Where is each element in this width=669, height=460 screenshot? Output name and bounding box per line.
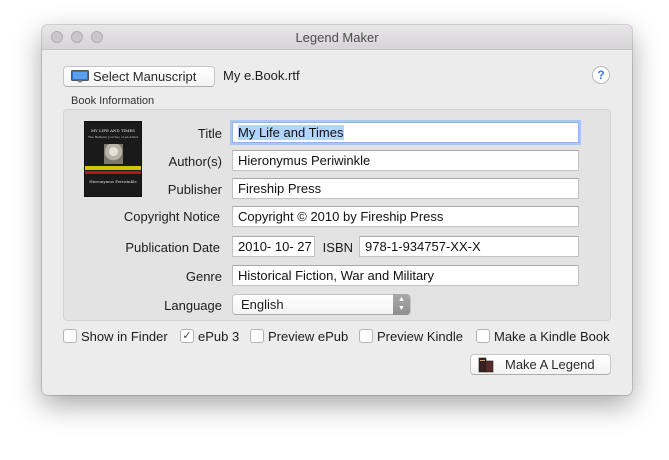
book-cover-thumbnail[interactable]: MY LIFE AND TIMES The Hellenic Journey o… [84,121,142,197]
make-kindle-book-checkbox[interactable] [476,329,490,343]
publication-date-field[interactable]: 2010- 10- 27 [232,236,315,257]
preview-kindle-label: Preview Kindle [377,329,463,344]
select-manuscript-label: Select Manuscript [93,69,197,84]
cover-stripe-red [85,171,141,174]
window-title: Legend Maker [295,30,379,45]
genre-field[interactable]: Historical Fiction, War and Military [232,265,579,286]
language-value: English [241,297,284,312]
book-information-label: Book Information [71,95,155,107]
language-label: Language [164,298,222,313]
title-value: My Life and Times [238,125,344,140]
select-manuscript-button[interactable]: Select Manuscript [63,66,215,87]
cover-stripe-yellow [85,166,141,170]
preview-epub-label: Preview ePub [268,329,349,344]
authors-field[interactable]: Hieronymus Periwinkle [232,150,579,171]
make-a-legend-button[interactable]: Make A Legend [470,354,611,375]
cover-title: MY LIFE AND TIMES [90,128,136,133]
epub3-label: ePub 3 [198,329,240,344]
cover-portrait-image [104,144,123,164]
popup-chevron-updown-icon: ▲ ▼ [393,294,410,315]
copyright-label: Copyright Notice [123,209,220,224]
publisher-label: Publisher [167,182,222,197]
help-button[interactable]: ? [592,66,610,84]
isbn-label: ISBN [322,240,353,255]
preview-kindle-checkbox[interactable] [359,329,373,343]
isbn-field[interactable]: 978-1-934757-XX-X [359,236,579,257]
show-in-finder-checkbox[interactable] [63,329,77,343]
cover-author: Hieronymus Periwinkle [89,179,137,184]
title-bar[interactable]: Legend Maker [42,25,632,50]
show-in-finder-label: Show in Finder [81,329,168,344]
preview-epub-checkbox[interactable] [250,329,264,343]
genre-label: Genre [185,269,222,284]
monitor-icon [71,70,89,83]
publication-date-label: Publication Date [125,240,220,255]
main-window: Legend Maker Select Manuscript My e.Book… [42,25,632,395]
language-popup[interactable]: English ▲ ▼ [232,294,411,315]
authors-label: Author(s) [168,154,222,169]
cover-subtitle: The Hellenic Journey of an Artist [87,135,139,139]
publisher-field[interactable]: Fireship Press [232,178,579,199]
title-label: Title [197,126,222,141]
book-icon [478,357,494,373]
title-field[interactable]: My Life and Times [232,122,579,143]
make-kindle-book-label: Make a Kindle Book [494,329,610,344]
manuscript-filename: My e.Book.rtf [223,68,300,83]
epub3-checkbox[interactable]: ✓ [180,329,194,343]
make-a-legend-label: Make A Legend [505,357,595,372]
check-mark-icon: ✓ [182,330,192,342]
copyright-field[interactable]: Copyright © 2010 by Fireship Press [232,206,579,227]
